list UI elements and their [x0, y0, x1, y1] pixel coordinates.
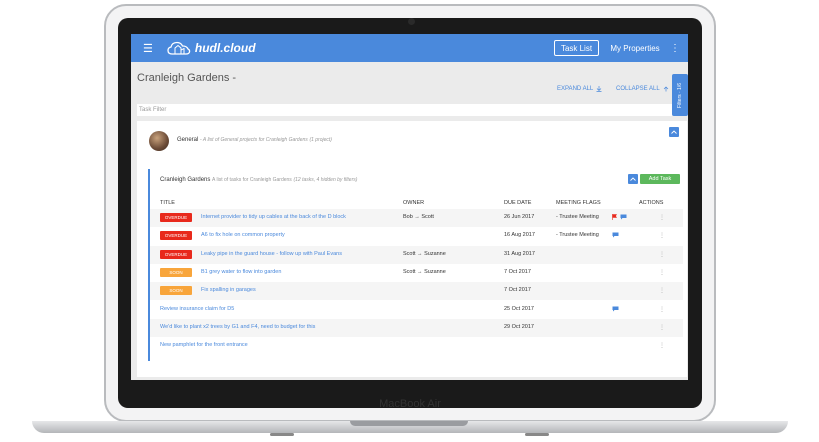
task-owner: Scott → Suzanne — [403, 250, 446, 257]
task-due-date: 29 Oct 2017 — [504, 323, 534, 330]
add-task-button[interactable]: Add Task — [640, 174, 680, 184]
status-badge: OVERDUE — [160, 249, 192, 259]
column-header-title[interactable]: TITLE — [160, 200, 175, 206]
column-header-meeting-flags[interactable]: MEETING FLAGS — [556, 200, 601, 206]
table-row: SOON B1 grey water to flow into garden Sco… — [150, 264, 683, 282]
brand-logo[interactable]: hudl.cloud — [167, 41, 256, 55]
task-title-link[interactable]: Fix spalling in garages — [201, 287, 256, 293]
red-flag-icon[interactable] — [612, 214, 617, 220]
camera-icon — [408, 18, 415, 25]
column-header-actions: ACTIONS — [639, 200, 664, 206]
my-properties-link[interactable]: My Properties — [610, 40, 660, 56]
laptop-foot-right — [525, 433, 549, 436]
task-title-link[interactable]: B1 grey water to flow into garden — [201, 269, 281, 275]
model-label: MacBook Air — [379, 398, 441, 410]
table-row: OVERDUE A6 to fix hole on common property… — [150, 227, 683, 245]
task-filter-input[interactable]: Task Filter — [137, 104, 672, 116]
task-due-date: 26 Jun 2017 — [504, 214, 535, 220]
filters-tab[interactable]: Filters · 1/6 — [672, 74, 688, 116]
more-options-icon[interactable]: ⋮ — [670, 40, 680, 56]
row-actions-icon[interactable]: ⋮ — [659, 251, 665, 258]
project-name: Cranleigh Gardens — [160, 177, 211, 183]
task-title-link[interactable]: New pamphlet for the front entrance — [160, 342, 248, 348]
column-header-due-date[interactable]: DUE DATE — [504, 200, 531, 206]
group-collapse-button[interactable] — [669, 127, 679, 137]
status-badge: SOON — [160, 286, 192, 296]
column-header-owner[interactable]: OWNER — [403, 200, 424, 206]
chat-bubble-icon[interactable] — [612, 306, 619, 312]
group-card: General - A list of General projects for… — [137, 121, 687, 377]
expand-icon — [596, 86, 602, 92]
project-collapse-button[interactable] — [628, 174, 638, 184]
row-actions-icon[interactable]: ⋮ — [659, 306, 665, 313]
row-actions-icon[interactable]: ⋮ — [659, 324, 665, 331]
collapse-all-button[interactable]: COLLAPSE ALL — [616, 86, 669, 92]
project-heading: Cranleigh Gardens A list of tasks for Cr… — [160, 177, 357, 183]
status-badge: SOON — [160, 267, 192, 277]
task-owner: Scott → Suzanne — [403, 268, 446, 275]
project-description: A list of tasks for Cranleigh Gardens — [212, 177, 292, 183]
row-actions-icon[interactable]: ⋮ — [659, 214, 665, 221]
table-row: We'd like to plant x2 trees by G1 and F4… — [150, 318, 683, 337]
row-actions-icon[interactable]: ⋮ — [659, 342, 665, 349]
expand-all-button[interactable]: EXPAND ALL — [557, 86, 602, 92]
app-screen: ☰ hudl.cloud Task List My Properties ⋮ C… — [131, 34, 688, 380]
row-actions-icon[interactable]: ⋮ — [659, 269, 665, 276]
project-count: (12 tasks, 4 hidden by filters) — [293, 177, 358, 183]
group-name: General — [177, 137, 199, 143]
chat-bubble-icon[interactable] — [612, 232, 619, 238]
task-title-link[interactable]: Review insurance claim for D5 — [160, 306, 234, 312]
group-description: - A list of General projects for Cranlei… — [200, 137, 308, 143]
task-due-date: 31 Aug 2017 — [504, 250, 535, 257]
task-due-date: 7 Oct 2017 — [504, 268, 531, 275]
chevron-up-icon — [671, 130, 677, 134]
chevron-up-icon — [630, 177, 636, 181]
status-badge: OVERDUE — [160, 231, 192, 241]
laptop-foot-left — [270, 433, 294, 436]
table-row: Review insurance claim for D5 25 Oct 2017… — [150, 301, 683, 319]
task-title-link[interactable]: Leaky pipe in the guard house - follow u… — [201, 251, 342, 257]
table-row: OVERDUE Internet provider to tidy up cabl… — [150, 209, 683, 227]
expand-all-label: EXPAND ALL — [557, 86, 594, 92]
row-actions-icon[interactable]: ⋮ — [659, 287, 665, 294]
task-owner: Bob → Scott — [403, 214, 434, 220]
task-meeting: - Trustee Meeting — [556, 232, 599, 239]
task-title-link[interactable]: Internet provider to tidy up cables at t… — [201, 214, 346, 220]
table-row: OVERDUE Leaky pipe in the guard house - f… — [150, 245, 683, 264]
task-title-link[interactable]: A6 to fix hole on common property — [201, 232, 285, 238]
task-list-button[interactable]: Task List — [554, 40, 599, 56]
task-meeting: - Trustee Meeting — [556, 214, 599, 220]
hamburger-menu-icon[interactable]: ☰ — [143, 42, 153, 55]
cloud-building-icon — [167, 41, 191, 55]
project-card: Cranleigh Gardens A list of tasks for Cr… — [148, 169, 683, 361]
chat-bubble-icon[interactable] — [620, 214, 627, 220]
status-badge: OVERDUE — [160, 213, 192, 222]
group-avatar — [149, 131, 169, 151]
page-title: Cranleigh Gardens - — [137, 72, 237, 84]
task-due-date: 7 Oct 2017 — [504, 287, 531, 294]
row-actions-icon[interactable]: ⋮ — [659, 232, 665, 239]
task-title-link[interactable]: We'd like to plant x2 trees by G1 and F4… — [160, 324, 315, 330]
group-count: (1 project) — [309, 137, 332, 143]
table-row: SOON Fix spalling in garages 7 Oct 2017 ⋮ — [150, 282, 683, 301]
task-due-date: 16 Aug 2017 — [504, 232, 535, 239]
task-due-date: 25 Oct 2017 — [504, 305, 534, 312]
collapse-all-label: COLLAPSE ALL — [616, 86, 660, 92]
top-navbar: ☰ hudl.cloud Task List My Properties ⋮ — [131, 34, 688, 62]
group-heading: General - A list of General projects for… — [177, 137, 332, 143]
laptop-notch — [350, 421, 468, 426]
brand-name: hudl.cloud — [194, 41, 256, 55]
collapse-icon — [663, 86, 668, 92]
table-row: New pamphlet for the front entrance ⋮ — [150, 337, 683, 355]
